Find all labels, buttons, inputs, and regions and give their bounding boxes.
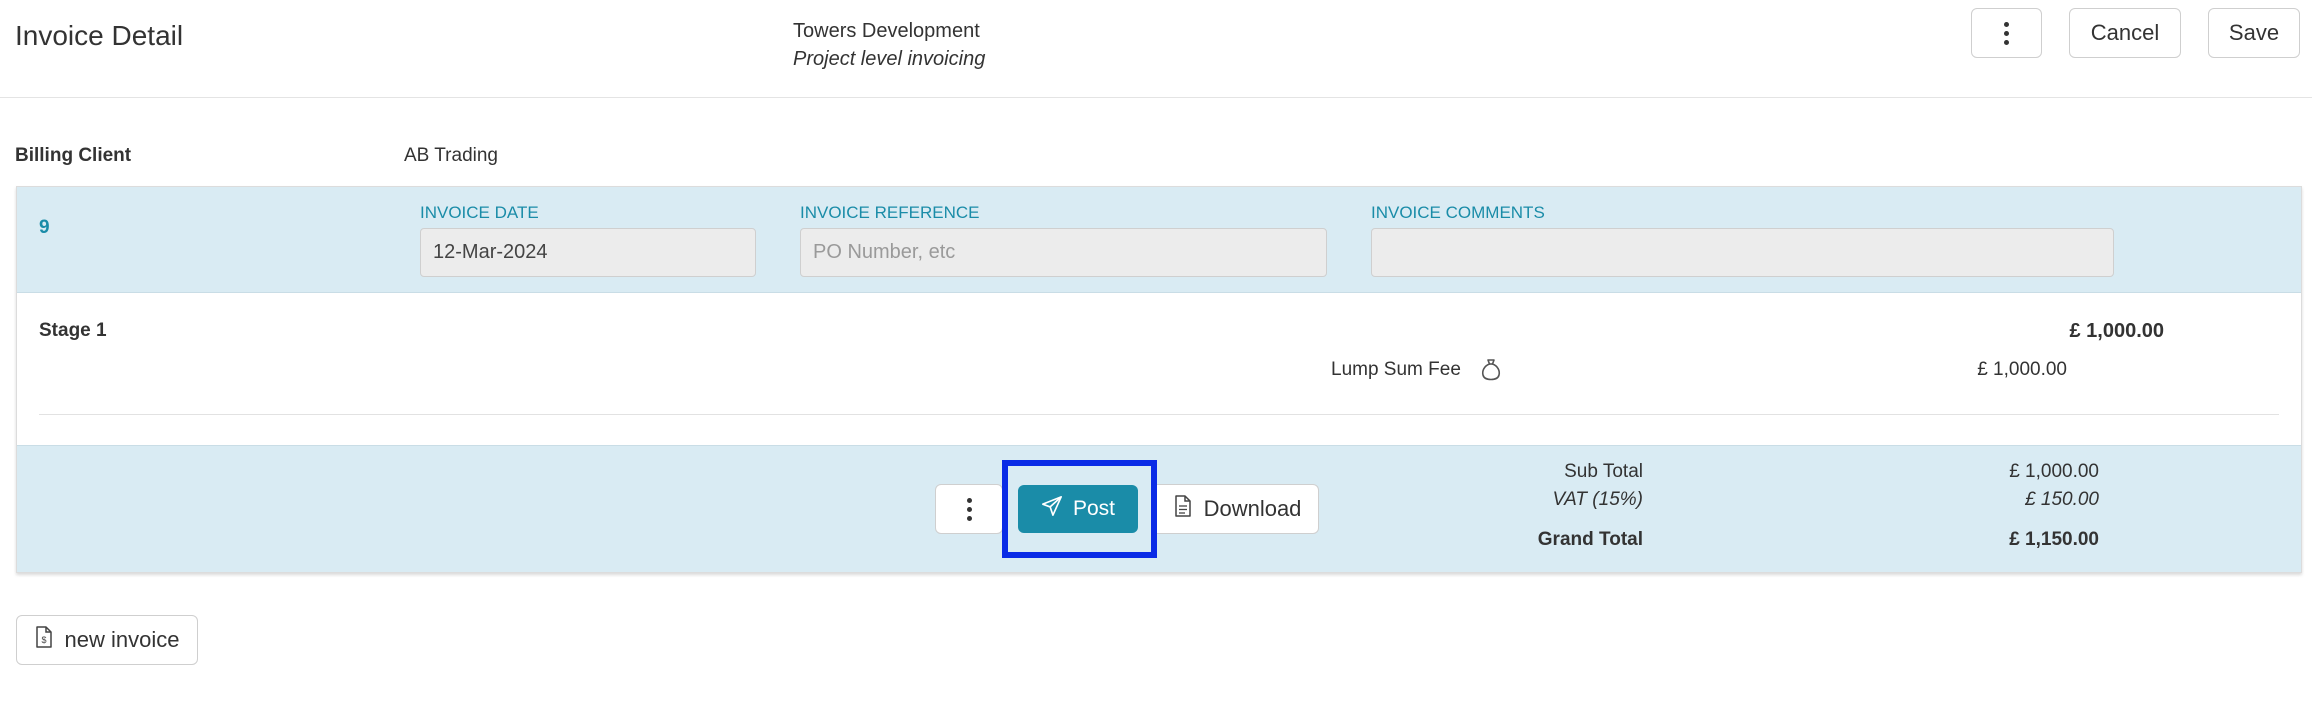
page-header: Invoice Detail Towers Development Projec… xyxy=(0,0,2312,98)
invoice-comments-field[interactable] xyxy=(1371,228,2114,277)
new-invoice-label: new invoice xyxy=(64,627,180,652)
invoice-header-panel: 9 INVOICE DATE 12-Mar-2024 INVOICE REFER… xyxy=(17,187,2301,293)
cancel-button[interactable]: Cancel xyxy=(2069,8,2181,58)
line-item-value: £ 1,000.00 xyxy=(1977,359,2067,380)
invoice-more-button[interactable] xyxy=(935,484,1003,534)
kebab-menu-icon xyxy=(2004,21,2009,45)
document-icon xyxy=(1174,495,1192,523)
more-options-button[interactable] xyxy=(1971,8,2042,58)
stage-name: Stage 1 xyxy=(39,320,107,341)
stage-total: £ 1,000.00 xyxy=(2069,320,2164,342)
invoice-date-label: INVOICE DATE xyxy=(420,203,539,222)
page-title: Invoice Detail xyxy=(15,20,184,51)
invoice-reference-label: INVOICE REFERENCE xyxy=(800,203,980,222)
save-button[interactable]: Save xyxy=(2208,8,2300,58)
project-subtitle: Project level invoicing xyxy=(793,48,986,70)
grand-total-value: £ 1,150.00 xyxy=(2009,529,2099,550)
kebab-menu-icon xyxy=(966,497,972,521)
download-button-label: Download xyxy=(1203,496,1302,521)
download-button[interactable]: Download xyxy=(1157,484,1319,534)
svg-text:$: $ xyxy=(41,635,46,645)
money-bag-icon xyxy=(1480,357,1502,386)
post-button[interactable]: Post xyxy=(1018,485,1138,533)
vat-label: VAT (15%) xyxy=(1552,489,1643,510)
new-invoice-button[interactable]: $ new invoice xyxy=(16,615,198,665)
project-name: Towers Development xyxy=(793,20,980,42)
billing-client-label: Billing Client xyxy=(15,145,132,166)
line-item-label: Lump Sum Fee xyxy=(1331,359,1461,380)
invoice-date-field[interactable]: 12-Mar-2024 xyxy=(420,228,756,277)
subtotal-value: £ 1,000.00 xyxy=(2009,461,2099,482)
invoice-number: 9 xyxy=(39,217,50,238)
grand-total-label: Grand Total xyxy=(1537,529,1643,550)
send-icon xyxy=(1041,495,1063,523)
invoice-icon: $ xyxy=(35,626,53,654)
divider xyxy=(39,414,2279,415)
vat-value: £ 150.00 xyxy=(2025,489,2099,510)
post-button-label: Post xyxy=(1072,497,1116,520)
invoice-reference-field[interactable]: PO Number, etc xyxy=(800,228,1327,277)
billing-client-value: AB Trading xyxy=(404,145,498,166)
subtotal-label: Sub Total xyxy=(1564,461,1643,482)
invoice-comments-label: INVOICE COMMENTS xyxy=(1371,203,1545,222)
